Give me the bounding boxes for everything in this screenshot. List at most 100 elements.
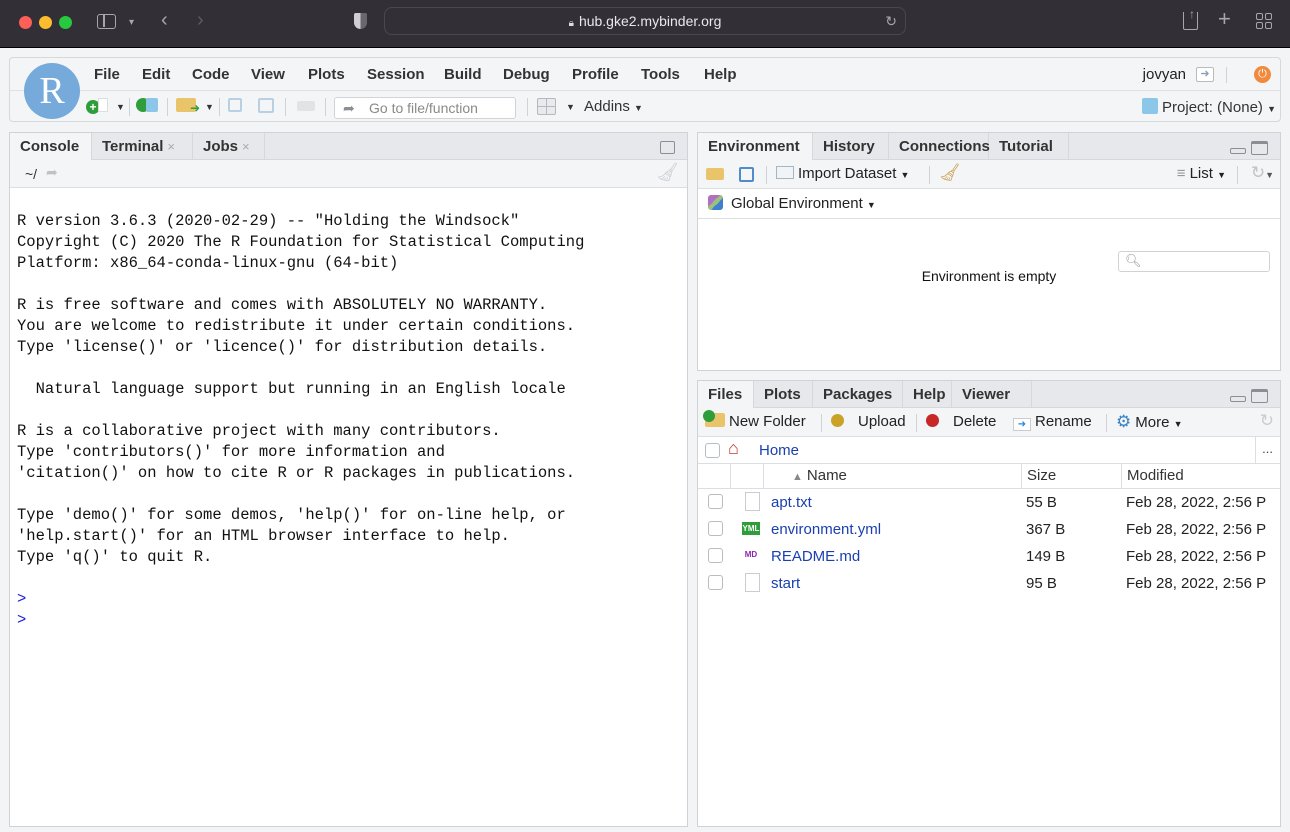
close-window-button[interactable] [19, 16, 32, 29]
environment-scope-bar: Global Environment ▼ 🔍︎ [698, 189, 1280, 272]
menu-edit[interactable]: Edit [142, 66, 170, 83]
new-project-icon[interactable] [136, 98, 158, 118]
column-modified[interactable]: Modified [1122, 464, 1282, 488]
new-folder-button[interactable]: New Folder [703, 410, 806, 430]
close-terminal-icon[interactable]: × [167, 139, 175, 154]
clear-console-icon[interactable]: 🧹︎ [656, 162, 679, 183]
save-workspace-icon[interactable] [739, 167, 754, 182]
console-prompt[interactable]: > [17, 589, 584, 610]
delete-button[interactable]: Delete [926, 413, 996, 430]
upload-button[interactable]: Upload [831, 413, 906, 430]
clear-workspace-icon[interactable]: 🧹︎ [939, 163, 961, 183]
chevron-down-icon[interactable]: ▾ [129, 15, 134, 31]
select-all-checkbox[interactable] [705, 443, 720, 458]
tab-history[interactable]: History [813, 133, 889, 160]
file-checkbox[interactable] [708, 521, 723, 536]
breadcrumb-home[interactable]: Home [759, 442, 799, 459]
print-icon[interactable] [297, 98, 315, 118]
file-name-link[interactable]: environment.yml [771, 521, 881, 538]
close-jobs-icon[interactable]: × [242, 139, 250, 154]
menu-view[interactable]: View [251, 66, 285, 83]
tab-help[interactable]: Help [903, 381, 952, 408]
shield-icon[interactable] [354, 13, 367, 29]
zoom-window-button[interactable] [59, 16, 72, 29]
load-workspace-icon[interactable] [706, 168, 724, 180]
forward-icon: › [197, 9, 204, 31]
open-file-dropdown-icon[interactable]: ▼ [205, 102, 214, 122]
file-name-link[interactable]: README.md [771, 548, 860, 565]
tab-tutorial[interactable]: Tutorial [989, 133, 1069, 160]
restore-pane-icon[interactable] [660, 141, 675, 154]
tab-jobs[interactable]: Jobs × [193, 133, 265, 160]
menu-session[interactable]: Session [367, 66, 425, 83]
working-directory[interactable]: ~/ [25, 166, 37, 182]
file-checkbox[interactable] [708, 548, 723, 563]
file-name-link[interactable]: start [771, 575, 800, 592]
tab-files[interactable]: Files [698, 381, 754, 409]
file-name-link[interactable]: apt.txt [771, 494, 812, 511]
save-all-icon[interactable] [258, 98, 274, 118]
menu-code[interactable]: Code [192, 66, 230, 83]
tab-viewer[interactable]: Viewer [952, 381, 1032, 408]
menu-plots[interactable]: Plots [308, 66, 345, 83]
new-file-dropdown-icon[interactable]: ▼ [116, 102, 125, 122]
address-bar[interactable]: 🔒︎ hub.gke2.mybinder.org ↻ [384, 7, 906, 35]
new-file-icon[interactable]: + [86, 98, 108, 118]
power-icon[interactable]: ⏻ [1254, 66, 1271, 83]
r-logo: R [24, 63, 80, 119]
share-icon[interactable]: ↑ [1183, 7, 1198, 30]
file-checkbox[interactable] [708, 575, 723, 590]
sidebar-icon[interactable] [97, 14, 116, 29]
menu-build[interactable]: Build [444, 66, 482, 83]
new-tab-icon[interactable]: + [1218, 8, 1231, 30]
scope-menu[interactable]: Global Environment ▼ [708, 195, 876, 212]
maximize-pane-icon[interactable] [1251, 141, 1268, 155]
files-pane: Files Plots Packages Help Viewer New Fol… [697, 380, 1281, 827]
column-name[interactable]: ▲ Name [764, 464, 1022, 488]
tab-connections[interactable]: Connections [889, 133, 990, 160]
tab-terminal[interactable]: Terminal × [92, 133, 193, 160]
minimize-pane-icon[interactable] [1230, 396, 1246, 402]
import-dataset-button[interactable]: Import Dataset ▼ [776, 165, 909, 182]
menu-tools[interactable]: Tools [641, 66, 680, 83]
minimize-pane-icon[interactable] [1230, 148, 1246, 154]
tab-plots[interactable]: Plots [754, 381, 813, 408]
column-size[interactable]: Size [1022, 464, 1122, 488]
reload-icon[interactable]: ↻ [885, 8, 897, 34]
sign-out-icon[interactable]: ➜ [1196, 67, 1214, 82]
back-icon[interactable]: ‹ [161, 10, 168, 30]
rename-button[interactable]: ➜ Rename [1013, 413, 1092, 431]
refresh-environment-icon[interactable]: ↻▼ [1251, 163, 1274, 183]
menu-profile[interactable]: Profile [572, 66, 619, 83]
more-path-button[interactable]: ... [1262, 441, 1273, 456]
more-button[interactable]: ⚙ More ▼ [1116, 412, 1183, 432]
tab-overview-icon[interactable] [1256, 13, 1272, 29]
file-modified: Feb 28, 2022, 2:56 P [1126, 494, 1267, 511]
menu-file[interactable]: File [94, 66, 120, 83]
file-row[interactable]: MD README.md 149 B Feb 28, 2022, 2:56 P [698, 543, 1280, 570]
home-icon[interactable]: ⌂ [728, 438, 739, 459]
menu-help[interactable]: Help [704, 66, 737, 83]
console-output[interactable]: R version 3.6.3 (2020-02-29) -- "Holding… [17, 211, 584, 631]
console-prompt[interactable]: > [17, 610, 584, 631]
refresh-files-icon[interactable]: ↻ [1260, 411, 1274, 431]
save-icon[interactable] [228, 98, 242, 118]
file-row[interactable]: apt.txt 55 B Feb 28, 2022, 2:56 P [698, 489, 1280, 516]
maximize-pane-icon[interactable] [1251, 389, 1268, 403]
file-checkbox[interactable] [708, 494, 723, 509]
project-menu[interactable]: Project: (None) ▼ [1142, 98, 1276, 118]
open-file-icon[interactable]: ➜ [176, 98, 200, 118]
pane-layout-dropdown-icon[interactable]: ▼ [566, 102, 575, 122]
menu-debug[interactable]: Debug [503, 66, 550, 83]
view-mode-menu[interactable]: ≡ List ▼ [1177, 165, 1226, 182]
file-row[interactable]: YML environment.yml 367 B Feb 28, 2022, 2:5… [698, 516, 1280, 543]
go-to-directory-icon[interactable]: ➦ [46, 164, 58, 181]
addins-menu[interactable]: Addins ▼ [584, 98, 643, 118]
tab-console[interactable]: Console [10, 133, 92, 161]
go-to-file-input[interactable]: ➦ Go to file/function [334, 97, 516, 119]
tab-environment[interactable]: Environment [698, 133, 813, 161]
file-row[interactable]: start 95 B Feb 28, 2022, 2:56 P [698, 570, 1280, 597]
tab-packages[interactable]: Packages [813, 381, 903, 408]
pane-layout-icon[interactable] [537, 98, 556, 118]
minimize-window-button[interactable] [39, 16, 52, 29]
